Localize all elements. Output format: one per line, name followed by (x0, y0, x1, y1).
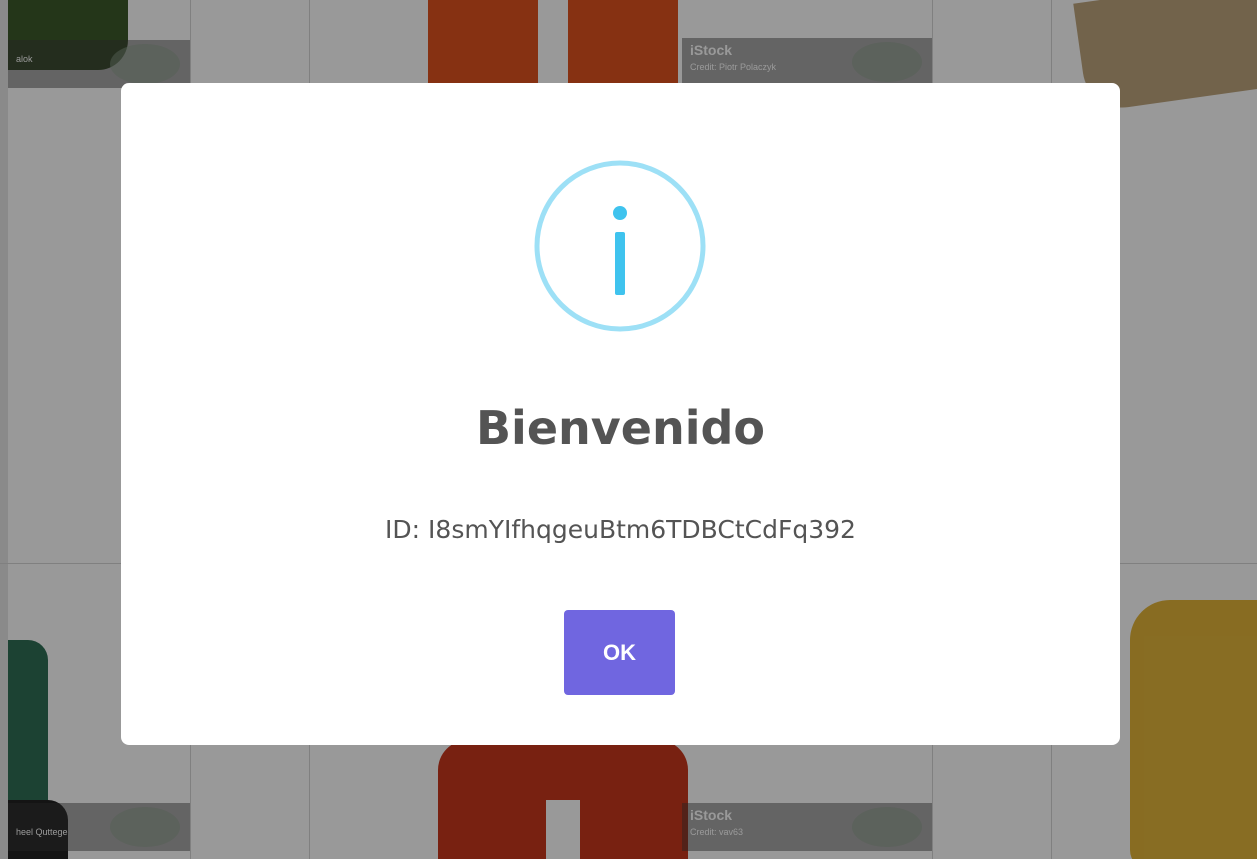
welcome-dialog: Bienvenido ID: I8smYIfhqgeuBtm6TDBCtCdFq… (121, 83, 1120, 745)
page: iStock Credit: Piotr Polaczyk iStock Cre… (0, 0, 1257, 859)
info-icon (534, 160, 706, 332)
ok-button[interactable]: OK (564, 610, 675, 695)
dialog-message: ID: I8smYIfhqgeuBtm6TDBCtCdFq392 (385, 515, 856, 544)
dialog-title: Bienvenido (475, 401, 765, 455)
